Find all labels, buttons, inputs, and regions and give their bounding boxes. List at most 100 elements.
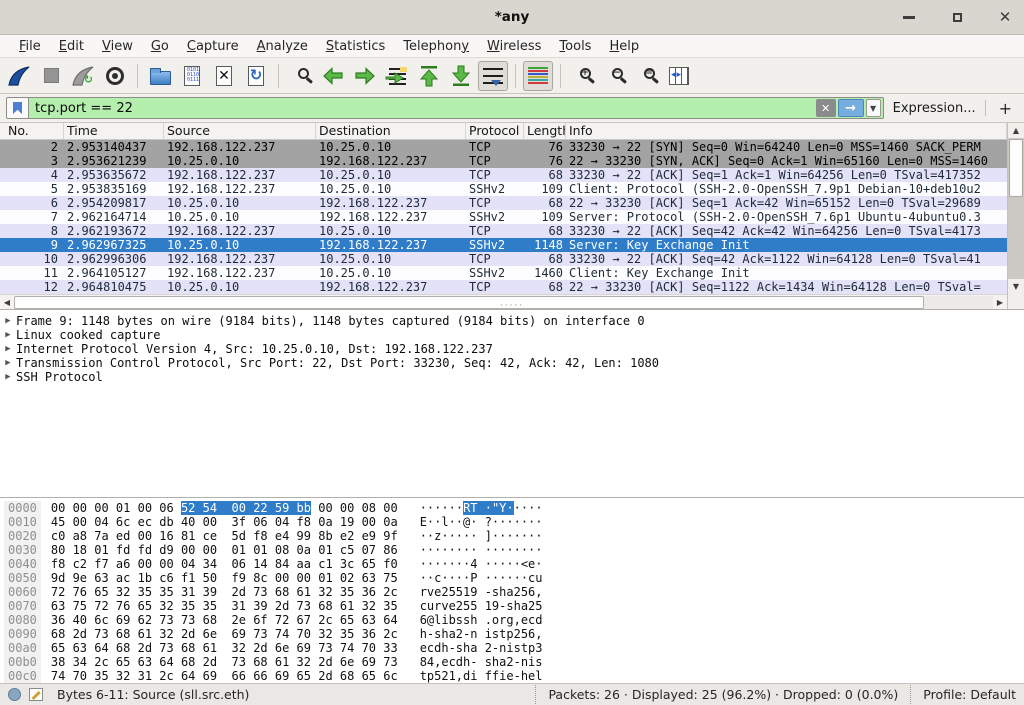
filter-dropdown-button[interactable]: ▼ xyxy=(866,99,881,117)
hex-row-00b0[interactable]: 00b038 34 2c 65 63 64 68 2d 73 68 61 32 … xyxy=(4,655,1024,669)
resize-columns-button[interactable] xyxy=(664,61,694,91)
go-first-button[interactable] xyxy=(414,61,444,91)
scroll-down-icon[interactable]: ▼ xyxy=(1008,279,1024,294)
go-last-icon xyxy=(449,64,473,88)
expand-triangle-icon[interactable]: ▶ xyxy=(0,314,16,328)
find-packet-button[interactable] xyxy=(286,61,316,91)
menu-telephony[interactable]: Telephony xyxy=(394,37,478,56)
packet-row-12[interactable]: 122.96481047510.25.0.10192.168.122.237TC… xyxy=(0,280,1007,294)
column-header-info[interactable]: Info xyxy=(566,123,1007,139)
expand-triangle-icon[interactable]: ▶ xyxy=(0,370,16,384)
menu-tools[interactable]: Tools xyxy=(550,37,600,56)
detail-row-3[interactable]: ▶Transmission Control Protocol, Src Port… xyxy=(0,356,1024,370)
save-file-button[interactable]: 010101100111 xyxy=(177,61,207,91)
hex-row-0040[interactable]: 0040f8 c2 f7 a6 00 00 04 34 06 14 84 aa … xyxy=(4,557,1024,571)
hex-ascii: 84,ecdh- sha2-nis xyxy=(420,655,543,669)
column-header-time[interactable]: Time xyxy=(64,123,164,139)
hex-row-0000[interactable]: 000000 00 00 01 00 06 52 54 00 22 59 bb … xyxy=(4,501,1024,515)
capture-comment-icon[interactable] xyxy=(29,688,43,701)
column-header-protocol[interactable]: Protocol xyxy=(466,123,524,139)
zoom-in-button[interactable]: + xyxy=(568,61,598,91)
hex-row-0070[interactable]: 007063 75 72 76 65 32 35 35 31 39 2d 73 … xyxy=(4,599,1024,613)
expression-button[interactable]: Expression... xyxy=(891,101,978,116)
hex-row-0030[interactable]: 003080 18 01 fd fd d9 00 00 01 01 08 0a … xyxy=(4,543,1024,557)
menu-analyze[interactable]: Analyze xyxy=(248,37,317,56)
detail-row-2[interactable]: ▶Internet Protocol Version 4, Src: 10.25… xyxy=(0,342,1024,356)
pane-splitter-handle-2[interactable]: ····· xyxy=(493,497,530,499)
packet-row-2[interactable]: 22.953140437192.168.122.23710.25.0.10TCP… xyxy=(0,140,1007,154)
detail-row-4[interactable]: ▶SSH Protocol xyxy=(0,370,1024,384)
go-last-button[interactable] xyxy=(446,61,476,91)
packet-row-8[interactable]: 82.962193672192.168.122.23710.25.0.10TCP… xyxy=(0,224,1007,238)
scroll-right-icon[interactable]: ▶ xyxy=(993,296,1007,309)
apply-filter-button[interactable]: → xyxy=(838,99,864,117)
packet-row-7[interactable]: 72.96216471410.25.0.10192.168.122.237SSH… xyxy=(0,210,1007,224)
start-capture-icon xyxy=(7,65,31,87)
start-capture-button[interactable] xyxy=(4,61,34,91)
menu-edit[interactable]: Edit xyxy=(50,37,93,56)
scroll-left-icon[interactable]: ◀ xyxy=(0,296,14,309)
maximize-button[interactable] xyxy=(946,7,968,29)
expert-info-icon[interactable] xyxy=(8,688,21,701)
packet-row-5[interactable]: 52.953835169192.168.122.23710.25.0.10SSH… xyxy=(0,182,1007,196)
menu-view[interactable]: View xyxy=(93,37,142,56)
hscroll-thumb[interactable] xyxy=(14,296,924,309)
scroll-up-icon[interactable]: ▲ xyxy=(1008,123,1024,138)
reload-file-button[interactable]: ↻ xyxy=(241,61,271,91)
menu-capture[interactable]: Capture xyxy=(178,37,248,56)
column-header-no[interactable]: No. xyxy=(0,123,64,139)
hex-row-0080[interactable]: 008036 40 6c 69 62 73 73 68 2e 6f 72 67 … xyxy=(4,613,1024,627)
packet-row-4[interactable]: 42.953635672192.168.122.23710.25.0.10TCP… xyxy=(0,168,1007,182)
filter-bookmark-button[interactable] xyxy=(7,98,29,118)
add-filter-button[interactable]: + xyxy=(993,99,1018,118)
display-filter-input[interactable] xyxy=(29,101,816,116)
close-button[interactable]: ✕ xyxy=(994,7,1016,29)
profile-text[interactable]: Profile: Default xyxy=(910,685,1016,704)
packet-row-10[interactable]: 102.962996306192.168.122.23710.25.0.10TC… xyxy=(0,252,1007,266)
go-forward-button[interactable] xyxy=(350,61,380,91)
detail-row-0[interactable]: ▶Frame 9: 1148 bytes on wire (9184 bits)… xyxy=(0,314,1024,328)
column-header-source[interactable]: Source xyxy=(164,123,316,139)
packet-list-pane: No.TimeSourceDestinationProtocolLengthIn… xyxy=(0,123,1024,309)
hex-row-0050[interactable]: 00509d 9e 63 ac 1b c6 f1 50 f9 8c 00 00 … xyxy=(4,571,1024,585)
hex-row-0060[interactable]: 006072 76 65 32 35 35 31 39 2d 73 68 61 … xyxy=(4,585,1024,599)
open-file-button[interactable] xyxy=(145,61,175,91)
expand-triangle-icon[interactable]: ▶ xyxy=(0,356,16,370)
column-header-destination[interactable]: Destination xyxy=(316,123,466,139)
zoom-reset-button[interactable]: = xyxy=(632,61,662,91)
vscroll-track[interactable] xyxy=(1008,138,1024,279)
vertical-scrollbar[interactable]: ▲ ▼ xyxy=(1007,123,1024,309)
packet-row-3[interactable]: 32.95362123910.25.0.10192.168.122.237TCP… xyxy=(0,154,1007,168)
hex-row-00a0[interactable]: 00a065 63 64 68 2d 73 68 61 32 2d 6e 69 … xyxy=(4,641,1024,655)
expand-triangle-icon[interactable]: ▶ xyxy=(0,328,16,342)
capture-options-button[interactable] xyxy=(100,61,130,91)
menu-wireless[interactable]: Wireless xyxy=(478,37,550,56)
stop-capture-button[interactable] xyxy=(36,61,66,91)
restart-capture-button[interactable]: ↻ xyxy=(68,61,98,91)
pane-splitter-handle[interactable]: ····· xyxy=(500,304,524,309)
hex-row-0090[interactable]: 009068 2d 73 68 61 32 2d 6e 69 73 74 70 … xyxy=(4,627,1024,641)
hex-row-0010[interactable]: 001045 00 04 6c ec db 40 00 3f 06 04 f8 … xyxy=(4,515,1024,529)
column-header-length[interactable]: Length xyxy=(524,123,566,139)
go-back-button[interactable] xyxy=(318,61,348,91)
zoom-out-button[interactable]: − xyxy=(600,61,630,91)
menu-go[interactable]: Go xyxy=(142,37,178,56)
packet-row-11[interactable]: 112.964105127192.168.122.23710.25.0.10SS… xyxy=(0,266,1007,280)
hex-row-00c0[interactable]: 00c074 70 35 32 31 2c 64 69 66 66 69 65 … xyxy=(4,669,1024,683)
hex-row-0020[interactable]: 0020c0 a8 7a ed 00 16 81 ce 5d f8 e4 99 … xyxy=(4,529,1024,543)
go-to-packet-button[interactable] xyxy=(382,61,412,91)
close-file-button[interactable]: ✕ xyxy=(209,61,239,91)
detail-row-1[interactable]: ▶Linux cooked capture xyxy=(0,328,1024,342)
toolbar-separator xyxy=(560,64,561,88)
vscroll-thumb[interactable] xyxy=(1009,139,1023,197)
packet-row-6[interactable]: 62.95420981710.25.0.10192.168.122.237TCP… xyxy=(0,196,1007,210)
clear-filter-button[interactable]: ✕ xyxy=(816,99,836,117)
menu-statistics[interactable]: Statistics xyxy=(317,37,394,56)
minimize-button[interactable] xyxy=(898,7,920,29)
menu-file[interactable]: File xyxy=(10,37,50,56)
menu-help[interactable]: Help xyxy=(600,37,648,56)
expand-triangle-icon[interactable]: ▶ xyxy=(0,342,16,356)
colorize-button[interactable] xyxy=(523,61,553,91)
packet-row-9[interactable]: 92.96296732510.25.0.10192.168.122.237SSH… xyxy=(0,238,1007,252)
autoscroll-button[interactable] xyxy=(478,61,508,91)
